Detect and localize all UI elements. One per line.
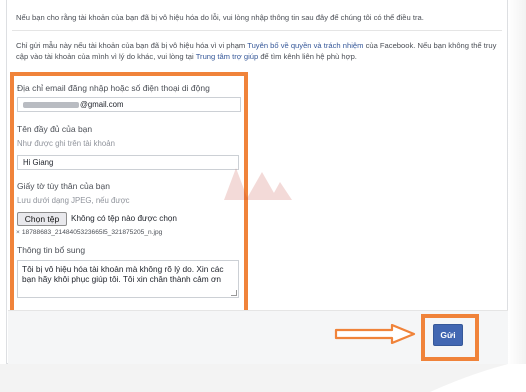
extra-info-label: Thông tin bổ sung xyxy=(17,245,86,255)
fullname-hint: Như được ghi trên tài khoản xyxy=(17,139,115,148)
page-edge-shadow xyxy=(508,0,526,392)
send-button[interactable]: Gửi xyxy=(433,324,463,346)
description-text: Chỉ gửi mẫu này nếu tài khoản của bạn đã… xyxy=(16,40,504,62)
arrow-right-icon xyxy=(334,324,416,344)
help-center-link[interactable]: Trung tâm trợ giúp xyxy=(196,52,259,61)
choose-file-button[interactable]: Chọn tệp xyxy=(17,212,67,226)
extra-info-textarea[interactable]: Tôi bị vô hiệu hóa tài khoản mà không rõ… xyxy=(17,260,239,298)
no-file-text: Không có tệp nào được chọn xyxy=(71,214,177,223)
attached-file-name: 18788683_2148405323665l5_321875205_n.jpg xyxy=(21,229,163,236)
email-field[interactable]: @gmail.com xyxy=(17,97,241,112)
extra-info-value: Tôi bị vô hiệu hóa tài khoản mà không rõ… xyxy=(22,264,224,284)
resize-grip-icon[interactable] xyxy=(231,290,237,296)
fullname-label: Tên đầy đủ của bạn xyxy=(17,124,93,134)
fullname-field[interactable]: Hi Giang xyxy=(17,155,239,170)
rights-link[interactable]: Tuyên bố về quyền và trách nhiệm xyxy=(247,41,363,50)
email-label: Địa chỉ email đăng nhập hoặc số điện tho… xyxy=(17,83,210,93)
description-part-1: Chỉ gửi mẫu này nếu tài khoản của bạn đã… xyxy=(16,41,248,50)
id-document-hint: Lưu dưới dạng JPEG, nếu được xyxy=(17,196,130,205)
description-part-3: để tìm kênh liên hệ phù hợp. xyxy=(258,52,357,61)
divider xyxy=(12,30,502,31)
id-document-label: Giấy tờ tùy thân của bạn xyxy=(17,181,110,191)
intro-text: Nếu bạn cho rằng tài khoản của bạn đã bị… xyxy=(16,13,424,22)
watermark-logo xyxy=(224,168,292,200)
bottom-background xyxy=(0,364,526,392)
form-highlight-frame xyxy=(10,72,248,340)
remove-file-icon[interactable]: × xyxy=(16,229,20,236)
redacted-email-part xyxy=(23,101,79,108)
attached-file-row: × 18788683_2148405323665l5_321875205_n.jp… xyxy=(16,229,162,236)
email-value-suffix: @gmail.com xyxy=(80,100,124,109)
